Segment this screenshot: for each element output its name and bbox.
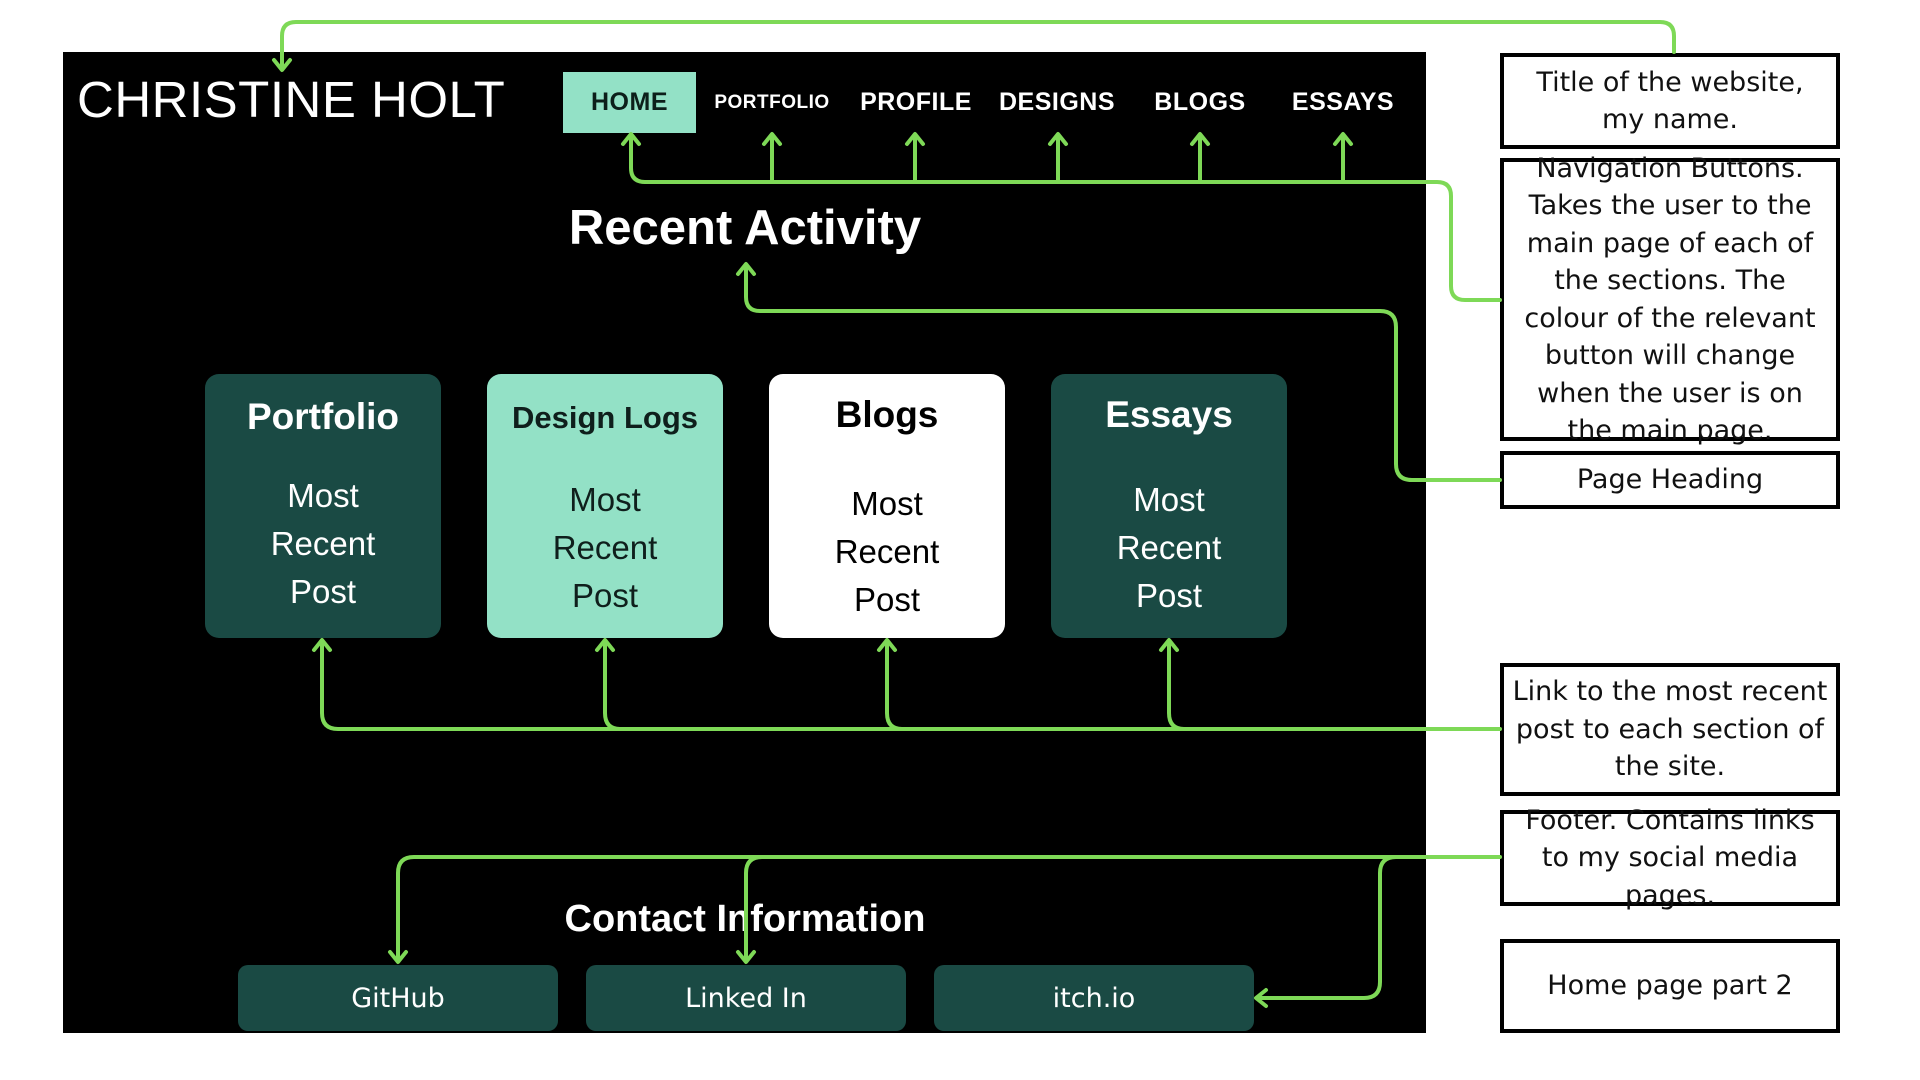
card-title: Essays [1105,394,1233,435]
github-link[interactable]: GitHub [238,965,558,1031]
card-line: Recent [1116,529,1222,566]
card-design-logs[interactable]: Design Logs Most Recent Post [487,374,723,638]
itchio-link[interactable]: itch.io [934,965,1254,1031]
card-line: Most [287,477,359,514]
page-heading: Recent Activity [568,201,922,255]
linkedin-link[interactable]: Linked In [586,965,906,1031]
card-blogs[interactable]: Blogs Most Recent Post [769,374,1005,638]
note-navigation: Navigation Buttons. Takes the user to th… [1500,153,1840,446]
card-line: Post [853,581,921,618]
card-essays[interactable]: Essays Most Recent Post [1051,374,1287,638]
card-line: Recent [270,525,376,562]
page-label: Home page part 2 [1500,939,1840,1033]
card-title: Design Logs [511,400,698,435]
nav-home-button[interactable]: HOME [563,72,696,133]
card-line: Most [569,481,641,518]
nav-blogs-button[interactable]: BLOGS [1140,72,1260,133]
card-title: Portfolio [246,396,400,437]
card-line: Post [1135,577,1203,614]
site-title: CHRISTINE HOLT [77,71,506,128]
nav-profile-button[interactable]: PROFILE [856,72,976,133]
card-line: Post [289,573,357,610]
card-portfolio[interactable]: Portfolio Most Recent Post [205,374,441,638]
note-title: Title of the website, my name. [1500,53,1840,149]
card-line: Post [571,577,639,614]
card-line: Recent [834,533,940,570]
nav-essays-button[interactable]: ESSAYS [1283,72,1403,133]
nav-designs-button[interactable]: DESIGNS [997,72,1117,133]
nav-portfolio-button[interactable]: PORTFOLIO [712,72,832,133]
card-title: Blogs [835,394,939,435]
card-line: Recent [552,529,658,566]
card-line: Most [851,485,923,522]
note-footer: Footer. Contains links to my social medi… [1500,805,1840,911]
contact-heading: Contact Information [564,898,926,940]
card-line: Most [1133,481,1205,518]
note-page-heading: Page Heading [1500,451,1840,509]
note-recent-posts: Link to the most recent post to each sec… [1500,663,1840,796]
